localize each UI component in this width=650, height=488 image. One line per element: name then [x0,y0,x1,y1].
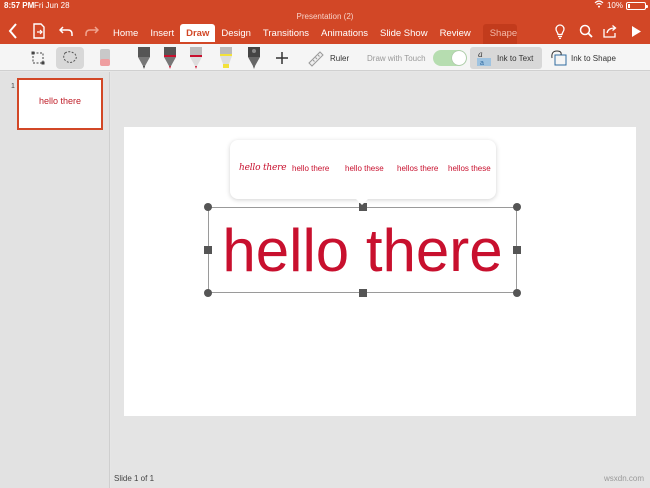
highlighter-icon [220,47,232,68]
resize-handle-top-left[interactable] [204,203,212,211]
pen-icon [248,47,260,69]
add-pen-button[interactable] [274,47,290,69]
pen-gray-button[interactable] [246,47,262,69]
undo-button[interactable] [58,22,74,40]
tab-design[interactable]: Design [215,24,257,44]
tab-shape[interactable]: Shape [482,24,517,44]
ink-to-shape-button[interactable] [550,47,570,69]
suggestion-original-ink[interactable]: hello there [239,163,287,173]
ruler-button[interactable] [307,47,327,69]
lightbulb-button[interactable] [553,22,567,40]
pen-red-button[interactable] [162,47,178,69]
ruler-label[interactable]: Ruler [330,47,349,69]
tab-review[interactable]: Review [434,24,477,44]
pencil-red-button[interactable] [188,47,204,69]
slide-thumbnails-pane: 1 [0,72,110,488]
pen-black-button[interactable] [136,47,152,69]
eraser-button[interactable] [98,47,114,69]
lasso-icon [63,51,77,63]
search-button[interactable] [578,22,594,40]
redo-icon [85,26,99,36]
resize-handle-bottom[interactable] [359,289,367,297]
suggestion-item[interactable]: hellos there [397,164,438,173]
marquee-select-icon [31,51,45,65]
resize-handle-right[interactable] [513,246,521,254]
document-title: Presentation (2) [296,12,354,21]
eraser-icon [100,49,110,66]
suggestion-item[interactable]: hello there [292,164,329,173]
share-icon [602,25,617,38]
document-icon [33,23,45,39]
lightbulb-icon [555,23,565,39]
chevron-left-icon [8,23,17,39]
tab-slide-show[interactable]: Slide Show [374,24,434,44]
ink-to-shape-icon [551,50,567,66]
watermark: wsxdn.com [603,474,644,483]
svg-text:a: a [478,50,483,59]
back-button[interactable] [6,22,20,40]
ink-suggestions-popover: hello there hello there hello these hell… [230,140,496,205]
suggestion-item[interactable]: hellos these [448,164,491,173]
tab-animations[interactable]: Animations [315,24,374,44]
tab-draw[interactable]: Draw [180,24,216,44]
suggestion-item[interactable]: hello these [345,164,384,173]
svg-text:a: a [480,60,484,67]
ruler-icon [308,51,324,67]
thumbnail-number: 1 [11,83,15,90]
select-objects-button[interactable] [31,47,47,69]
undo-icon [59,26,73,36]
highlighter-yellow-button[interactable] [218,47,234,69]
ink-to-text-icon: aa [477,50,491,67]
file-button[interactable] [30,22,48,40]
redo-button[interactable] [84,22,100,40]
status-bar: 8:57 PM Fri Jun 28 10% [0,0,650,12]
status-right: 10% [594,0,648,12]
tab-home[interactable]: Home [107,24,144,44]
lasso-select-button[interactable] [56,47,84,69]
search-icon [579,24,593,38]
resize-handle-left[interactable] [204,246,212,254]
ink-to-shape-label[interactable]: Ink to Shape [571,47,616,69]
ribbon: 8:57 PM Fri Jun 28 10% Presentation (2) … [0,0,650,44]
resize-handle-bottom-left[interactable] [204,289,212,297]
tab-insert[interactable]: Insert [144,24,180,44]
thumbnail-text: hello there [38,96,82,106]
pencil-icon [190,47,202,69]
resize-handle-top-right[interactable] [513,203,521,211]
share-button[interactable] [602,22,618,40]
draw-with-touch-label: Draw with Touch [367,53,426,63]
wifi-icon [594,0,604,12]
toggle-knob [452,51,466,65]
draw-toolbar: Ruler Draw with Touch aa Ink to Text Ink… [0,44,650,71]
slide-thumbnail[interactable]: hello there [17,78,103,130]
pen-icon [138,47,150,69]
plus-icon [276,52,288,64]
draw-with-touch-toggle[interactable] [433,50,467,66]
resize-handle-bottom-right[interactable] [513,289,521,297]
status-date: Fri Jun 28 [34,1,70,10]
battery-percent: 10% [606,1,623,10]
tab-transitions[interactable]: Transitions [257,24,315,44]
play-icon [631,25,641,37]
slide-counter: Slide 1 of 1 [114,474,155,483]
play-button[interactable] [629,22,643,40]
ribbon-tabs: Home Insert Draw Design Transitions Anim… [107,24,517,44]
pen-icon [164,47,176,69]
battery-icon [626,2,648,10]
ink-to-text-label: Ink to Text [497,53,534,63]
slide-text[interactable]: hello there [208,219,517,283]
status-time: 8:57 PM [4,1,35,10]
